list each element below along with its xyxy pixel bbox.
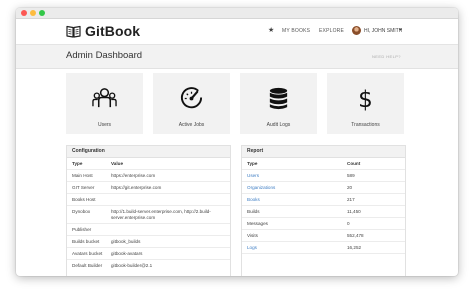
report-type: Builds xyxy=(247,209,260,214)
config-value: https://enterprise.com xyxy=(111,173,156,178)
avatar[interactable] xyxy=(352,26,361,35)
column-header: Type xyxy=(247,161,258,166)
chevron-down-icon[interactable]: ▾ xyxy=(399,27,402,33)
top-navbar: GitBook ★ MY BOOKS EXPLORE HI, JOHN SMIT… xyxy=(16,19,458,45)
report-link-organizations[interactable]: Organizations xyxy=(247,182,275,193)
page-title: Admin Dashboard xyxy=(66,50,143,61)
card-label: Active Jobs xyxy=(178,122,205,128)
table-row: Books 217 xyxy=(242,194,405,206)
config-value: https://git.enterprise.com xyxy=(111,185,162,190)
config-type: Avatars bucket xyxy=(72,251,103,256)
report-count: 16,252 xyxy=(347,245,362,250)
configuration-panel: Configuration Type Value Main Host https… xyxy=(66,145,231,276)
table-row: Builds 11,450 xyxy=(242,206,405,218)
config-type: Builds bucket xyxy=(72,239,100,244)
card-transactions[interactable]: $ Transactions xyxy=(327,73,404,134)
brand-logo[interactable]: GitBook xyxy=(66,23,140,39)
database-icon xyxy=(269,87,288,110)
column-header: Value xyxy=(111,161,124,166)
report-count: 11,450 xyxy=(347,209,361,214)
card-label: Audit Logs xyxy=(266,122,291,128)
config-value: server.enterprise.com xyxy=(111,215,156,220)
config-type: Dynobox xyxy=(72,209,91,214)
card-label: Transactions xyxy=(351,122,380,128)
maximize-window-button[interactable] xyxy=(39,10,45,16)
report-type: Messages xyxy=(247,221,268,226)
card-active-jobs[interactable]: Active Jobs xyxy=(153,73,230,134)
users-icon xyxy=(92,88,117,108)
card-users[interactable]: Users xyxy=(66,73,143,134)
report-count: 20 xyxy=(347,185,353,190)
table-row: Main Host https://enterprise.com xyxy=(67,170,230,182)
report-link-users[interactable]: Users xyxy=(247,170,259,181)
table-row: Publisher xyxy=(67,224,230,236)
table-row: Organizations 20 xyxy=(242,182,405,194)
table-row: Books Host xyxy=(67,194,230,206)
config-type: Main Host xyxy=(72,173,93,178)
star-icon[interactable]: ★ xyxy=(268,26,274,34)
table-row: Users 589 xyxy=(242,170,405,182)
report-panel: Report Type Count Users 589 Organization… xyxy=(241,145,406,276)
config-type: GIT Server xyxy=(72,185,95,190)
config-type: Default Builder xyxy=(72,263,103,268)
config-value: gitbook-builder@2.1 xyxy=(111,263,153,268)
table-header-row: Type Count xyxy=(242,158,405,170)
book-icon xyxy=(66,25,81,38)
brand-name: GitBook xyxy=(85,23,141,39)
nav-my-books[interactable]: MY BOOKS xyxy=(282,28,310,34)
report-count: 0 xyxy=(347,221,350,226)
report-count: 589 xyxy=(347,173,355,178)
report-count: 217 xyxy=(347,197,355,202)
card-audit-logs[interactable]: Audit Logs xyxy=(240,73,317,134)
panel-title: Configuration xyxy=(67,146,230,158)
table-row: Default Builder gitbook-builder@2.1 xyxy=(67,260,230,271)
report-type: Visits xyxy=(247,233,258,238)
table-header-row: Type Value xyxy=(67,158,230,170)
table-row: GIT Server https://git.enterprise.com xyxy=(67,182,230,194)
table-row: Messages 0 xyxy=(242,218,405,230)
config-value: http://1.build-server.enterprise.com, ht… xyxy=(111,209,211,214)
report-count: 552,478 xyxy=(347,233,364,238)
close-window-button[interactable] xyxy=(21,10,27,16)
config-type: Publisher xyxy=(72,227,92,232)
report-link-books[interactable]: Books xyxy=(247,194,260,205)
table-row: Builds bucket gitbook_builds xyxy=(67,236,230,248)
column-header: Count xyxy=(347,161,361,166)
config-value: gitbook_builds xyxy=(111,239,141,244)
svg-text:$: $ xyxy=(358,87,373,111)
config-type: Books Host xyxy=(72,197,96,202)
user-menu[interactable]: HI, JOHN SMITH xyxy=(364,28,402,34)
column-header: Type xyxy=(72,161,83,166)
table-row: Dynobox http://1.build-server.enterprise… xyxy=(67,206,230,224)
table-row: Avatars bucket gitbook-avatars xyxy=(67,248,230,260)
table-row: Visits 552,478 xyxy=(242,230,405,242)
minimize-window-button[interactable] xyxy=(30,10,36,16)
browser-window: GitBook ★ MY BOOKS EXPLORE HI, JOHN SMIT… xyxy=(16,8,458,276)
table-row: Logs 16,252 xyxy=(242,242,405,254)
config-value: gitbook-avatars xyxy=(111,251,143,256)
nav-explore[interactable]: EXPLORE xyxy=(319,28,344,34)
need-help-link[interactable]: NEED HELP? xyxy=(372,54,401,59)
report-link-logs[interactable]: Logs xyxy=(247,242,257,253)
panel-title: Report xyxy=(242,146,405,158)
window-titlebar xyxy=(16,8,458,19)
card-label: Users xyxy=(97,122,112,128)
speedometer-icon xyxy=(180,87,203,109)
dollar-icon: $ xyxy=(358,87,373,111)
page-header: Admin Dashboard NEED HELP? xyxy=(16,45,458,69)
